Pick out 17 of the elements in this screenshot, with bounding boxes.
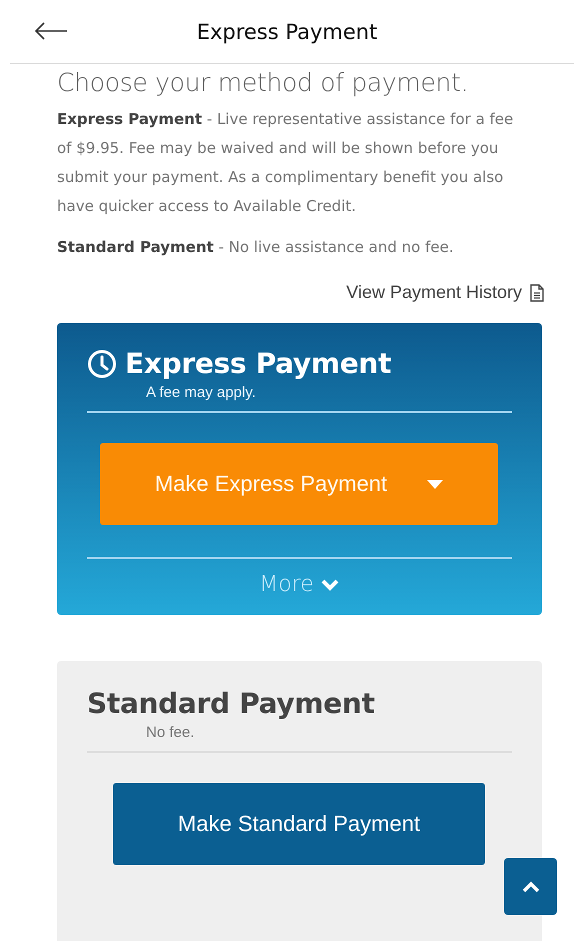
page-title: Express Payment — [196, 20, 378, 44]
make-standard-payment-button[interactable]: Make Standard Payment — [113, 783, 485, 865]
card-subtitle: No fee. — [146, 724, 196, 741]
back-arrow-icon[interactable] — [34, 22, 68, 40]
chevron-icon — [320, 578, 340, 592]
section-heading: Choose your method of payment. — [57, 68, 470, 97]
card-subtitle: A fee may apply. — [146, 384, 257, 401]
view-payment-history-link[interactable]: View Payment History — [346, 282, 544, 303]
chevron-up-icon — [520, 880, 540, 893]
clock-icon — [87, 348, 117, 378]
document-icon — [530, 284, 544, 302]
card-title: Express Payment — [125, 347, 392, 380]
dropdown-caret-icon — [427, 480, 444, 488]
description-paragraph: Standard Payment - No live assistance and no fee. — [57, 237, 455, 258]
description-paragraph: Express Payment - Live representative assistance for a fee of $9.95. Fee may be waived and will be shown before you submit your payment. As a complimentary benefit you also have quicker access to Available Credit. — [57, 109, 514, 217]
card-title: Standard Payment — [87, 687, 375, 720]
scroll-to-top-button[interactable] — [504, 858, 557, 915]
